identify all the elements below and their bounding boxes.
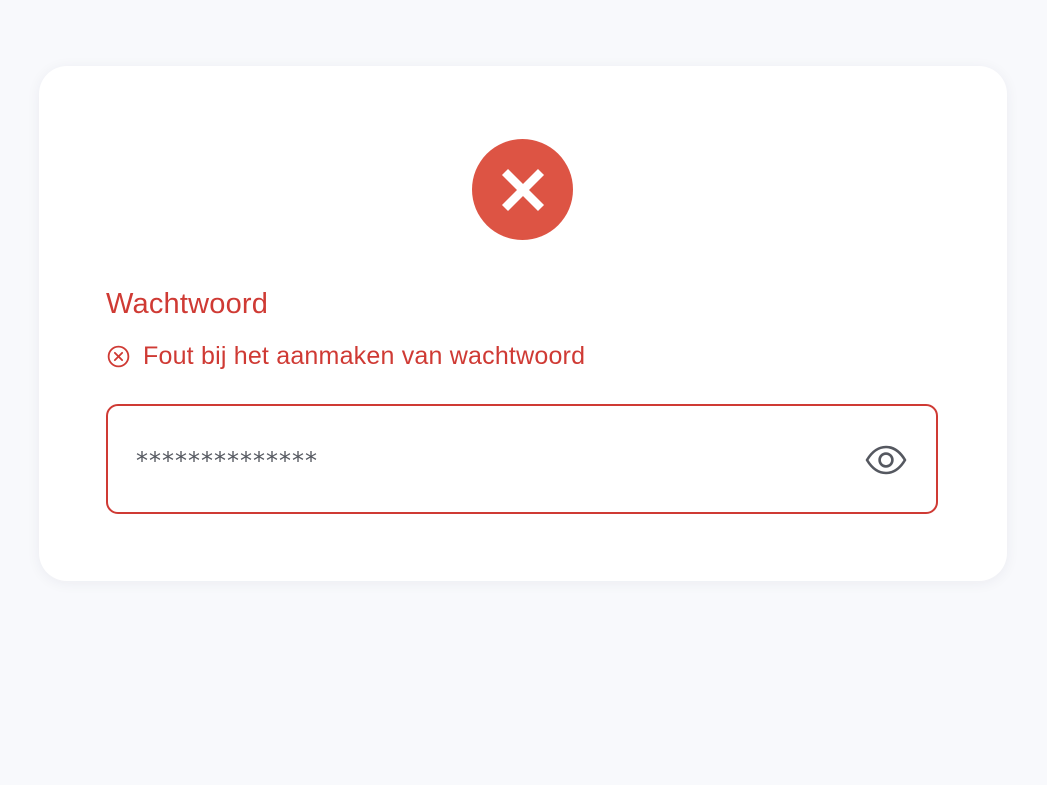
error-x-icon bbox=[472, 139, 573, 240]
circle-x-icon bbox=[107, 345, 130, 368]
password-label: Wachtwoord bbox=[106, 288, 269, 320]
password-input[interactable]: ************** bbox=[106, 404, 938, 514]
eye-icon[interactable] bbox=[864, 440, 908, 480]
error-message-text: Fout bij het aanmaken van wachtwoord bbox=[143, 342, 586, 370]
password-card: Wachtwoord Fout bij het aanmaken van wac… bbox=[39, 66, 1007, 581]
error-message: Fout bij het aanmaken van wachtwoord bbox=[107, 342, 585, 371]
password-value[interactable]: ************** bbox=[136, 406, 318, 512]
